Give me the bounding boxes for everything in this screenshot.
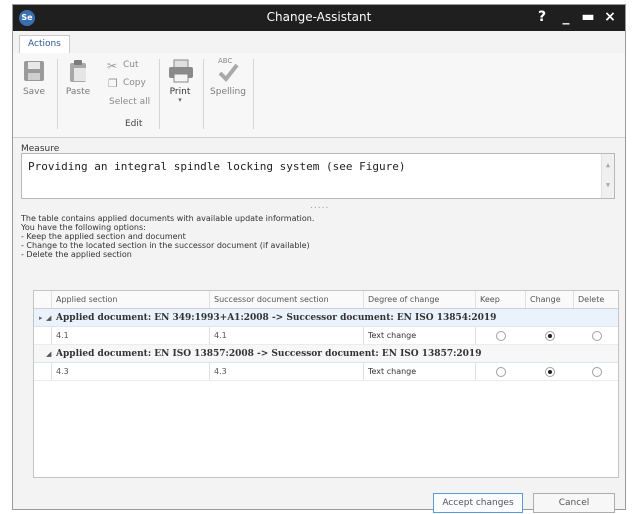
tab-actions[interactable]: Actions (19, 35, 70, 53)
paste-button[interactable]: Paste (61, 59, 95, 97)
table-row[interactable]: 4.3 4.3 Text change (34, 363, 618, 381)
minimize-button[interactable]: _ (557, 8, 575, 26)
info-text: The table contains applied documents wit… (21, 214, 314, 259)
spelling-label: Spelling (210, 87, 246, 97)
printer-icon (168, 59, 193, 83)
title-bar: Se Change-Assistant ? _ ▬ × (13, 5, 625, 31)
save-label: Save (22, 87, 46, 97)
close-button[interactable]: × (601, 8, 619, 26)
successor-section-cell: 4.1 (210, 327, 364, 344)
col-degree-of-change[interactable]: Degree of change (364, 291, 476, 308)
table-header: Applied section Successor document secti… (34, 291, 618, 309)
info-line: - Delete the applied section (21, 250, 132, 259)
print-dropdown-icon: ▾ (178, 96, 182, 104)
maximize-button[interactable]: ▬ (579, 8, 597, 26)
accept-changes-button[interactable]: Accept changes (433, 493, 523, 513)
cut-icon: ✂ (107, 59, 118, 73)
col-applied-section[interactable]: Applied section (52, 291, 210, 308)
ribbon-separator (253, 59, 254, 129)
keep-radio[interactable] (496, 331, 506, 341)
paste-label: Paste (65, 87, 91, 97)
measure-scrollbar[interactable]: ▲ ▼ (601, 154, 614, 198)
select-all-button[interactable]: Select all (109, 97, 150, 107)
col-successor-section[interactable]: Successor document section (210, 291, 364, 308)
measure-textarea[interactable]: Providing an integral spindle locking sy… (21, 153, 615, 199)
delete-radio[interactable] (592, 367, 602, 377)
scroll-up-icon: ▲ (605, 161, 611, 169)
info-line: - Keep the applied section and document (21, 232, 186, 241)
info-line: - Change to the located section in the s… (21, 241, 310, 250)
paste-icon (66, 59, 90, 83)
group-title: Applied document: EN 349:1993+A1:2008 ->… (56, 313, 497, 323)
degree-cell: Text change (364, 327, 476, 344)
edit-group-label: Edit (125, 119, 143, 129)
group-row[interactable]: ▸ ◢ Applied document: EN 349:1993+A1:200… (34, 309, 618, 327)
col-delete[interactable]: Delete (574, 291, 618, 308)
info-line: The table contains applied documents wit… (21, 214, 315, 223)
ribbon-separator (203, 59, 204, 129)
ribbon-separator (159, 59, 160, 129)
col-change[interactable]: Change (526, 291, 574, 308)
collapse-icon[interactable]: ◢ (46, 309, 51, 327)
change-assistant-window: Se Change-Assistant ? _ ▬ × Actions Save… (12, 4, 626, 513)
row-header-cell (34, 327, 52, 344)
help-button[interactable]: ? (533, 8, 551, 26)
ribbon: Save Paste ✂ Cut ❐ Copy Select all Edit … (13, 53, 625, 138)
group-row[interactable]: ◢ Applied document: EN ISO 13857:2008 ->… (34, 345, 618, 363)
cancel-button[interactable]: Cancel (533, 493, 615, 513)
applied-section-cell: 4.3 (52, 363, 210, 380)
save-icon (22, 59, 46, 83)
degree-cell: Text change (364, 363, 476, 380)
splitter-handle[interactable]: ..... (310, 201, 329, 211)
copy-icon: ❐ (108, 77, 118, 90)
delete-radio[interactable] (592, 331, 602, 341)
successor-section-cell: 4.3 (210, 363, 364, 380)
copy-label: Copy (123, 78, 146, 88)
documents-table: Applied section Successor document secti… (33, 290, 619, 478)
spelling-button[interactable]: ABC Spelling (209, 57, 247, 97)
ribbon-tab-bar: Actions (13, 31, 625, 54)
measure-text: Providing an integral spindle locking sy… (28, 160, 406, 173)
collapse-icon[interactable]: ◢ (46, 345, 51, 363)
ribbon-separator (57, 59, 58, 129)
applied-section-cell: 4.1 (52, 327, 210, 344)
table-row[interactable]: 4.1 4.1 Text change (34, 327, 618, 345)
keep-radio[interactable] (496, 367, 506, 377)
cut-label: Cut (123, 60, 139, 70)
row-header-cell (34, 363, 52, 380)
scroll-down-icon: ▼ (605, 181, 611, 189)
group-title: Applied document: EN ISO 13857:2008 -> S… (56, 349, 482, 359)
info-line: You have the following options: (21, 223, 146, 232)
spelling-check-icon: ABC (216, 57, 240, 83)
save-button[interactable]: Save (17, 59, 51, 97)
row-header-cell (34, 291, 52, 308)
change-radio[interactable] (545, 367, 555, 377)
col-keep[interactable]: Keep (476, 291, 526, 308)
print-button[interactable]: Print ▾ (163, 59, 197, 104)
change-radio[interactable] (545, 331, 555, 341)
current-row-indicator-icon: ▸ (39, 314, 43, 322)
spelling-badge: ABC (218, 57, 233, 65)
